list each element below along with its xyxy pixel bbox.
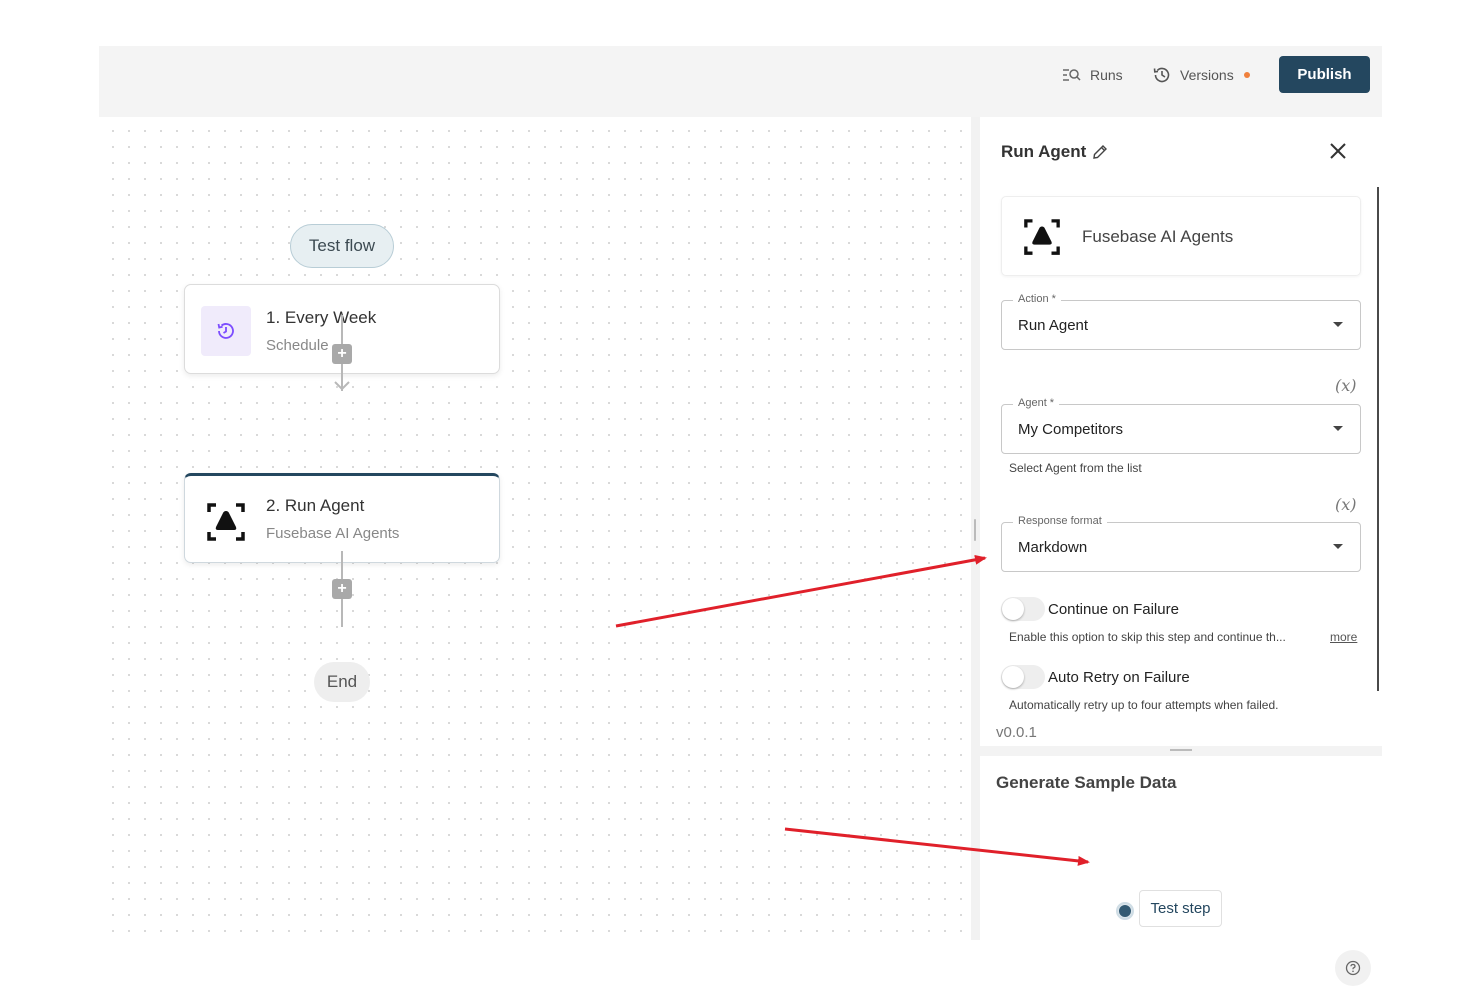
panel-title-text: Run Agent: [1001, 142, 1087, 161]
split-grip[interactable]: [1170, 749, 1192, 751]
agent-value: My Competitors: [1018, 421, 1124, 438]
toggle-knob: [1002, 598, 1024, 620]
auto-retry-description: Automatically retry up to four attempts …: [1009, 698, 1279, 712]
step-2-title: 2. Run Agent: [266, 496, 365, 515]
more-link[interactable]: more: [1330, 630, 1357, 644]
response-format-value: Markdown: [1018, 539, 1088, 556]
response-format-select[interactable]: Response format Markdown: [1001, 515, 1361, 572]
continue-on-failure-description: Enable this option to skip this step and…: [1009, 630, 1286, 644]
step-2-subtitle: Fusebase AI Agents: [266, 525, 400, 542]
history-icon: [1153, 67, 1170, 83]
action-value: Run Agent: [1018, 317, 1089, 334]
add-step-button[interactable]: +: [332, 579, 352, 599]
runs-button[interactable]: Runs: [1062, 64, 1123, 86]
piece-name: Fusebase AI Agents: [1082, 227, 1234, 246]
continue-on-failure-toggle[interactable]: [1001, 597, 1045, 621]
action-label: Action *: [1013, 293, 1061, 305]
resize-handle[interactable]: [974, 519, 976, 541]
pencil-icon[interactable]: [1092, 144, 1108, 160]
test-step-radio[interactable]: [1116, 902, 1134, 920]
panel-scrollbar[interactable]: [1377, 187, 1379, 691]
response-format-label: Response format: [1013, 515, 1107, 527]
runs-label: Runs: [1090, 67, 1123, 83]
runs-search-icon: [1063, 69, 1081, 81]
arrow-down-icon: [334, 381, 350, 391]
agent-label: Agent *: [1013, 397, 1060, 409]
end-node: End: [314, 662, 370, 702]
help-icon[interactable]: [1335, 950, 1371, 986]
dynamic-value-toggle[interactable]: (x): [1335, 376, 1357, 395]
caret-down-icon: [1333, 322, 1343, 327]
auto-retry-toggle[interactable]: [1001, 665, 1045, 689]
test-flow-button[interactable]: Test flow: [290, 224, 394, 268]
toggle-knob: [1002, 666, 1024, 688]
auto-retry-label: Auto Retry on Failure: [1048, 669, 1190, 686]
piece-version: v0.0.1: [996, 724, 1037, 741]
flow-step-2[interactable]: 2. Run Agent Fusebase AI Agents: [184, 473, 500, 563]
step-1-title: 1. Every Week: [266, 308, 377, 327]
agent-select[interactable]: Agent * My Competitors: [1001, 397, 1361, 454]
panel-title: Run Agent: [1001, 142, 1108, 162]
versions-status-dot: [1243, 72, 1250, 78]
app-window: Runs Versions Publish Test flow 1. Every…: [99, 46, 1382, 986]
generate-sample-data-title: Generate Sample Data: [996, 773, 1177, 792]
step-settings-panel: Run Agent Fusebase AI Agents Action * Ru: [980, 117, 1382, 986]
clock-schedule-icon: [201, 306, 251, 356]
publish-button[interactable]: Publish: [1279, 56, 1370, 93]
action-select[interactable]: Action * Run Agent: [1001, 293, 1361, 350]
fusebase-agent-icon: [201, 497, 251, 547]
agent-hint: Select Agent from the list: [1009, 461, 1142, 475]
piece-card: Fusebase AI Agents: [1001, 196, 1361, 276]
panel-resize-divider[interactable]: [971, 117, 980, 940]
test-step-button[interactable]: Test step: [1139, 890, 1222, 927]
continue-on-failure-label: Continue on Failure: [1048, 601, 1179, 618]
add-step-button[interactable]: +: [332, 344, 352, 364]
dynamic-value-toggle[interactable]: (x): [1335, 495, 1357, 514]
close-icon[interactable]: [1328, 141, 1348, 161]
top-toolbar: Runs Versions Publish: [99, 46, 1382, 117]
versions-button[interactable]: Versions: [1152, 64, 1250, 86]
caret-down-icon: [1333, 426, 1343, 431]
caret-down-icon: [1333, 544, 1343, 549]
panel-split-handle[interactable]: [980, 746, 1382, 756]
fusebase-agent-icon: [1024, 219, 1060, 255]
step-1-subtitle: Schedule: [266, 337, 329, 354]
flow-canvas[interactable]: Test flow 1. Every Week Schedule + 2. Ru…: [99, 117, 971, 940]
versions-label: Versions: [1180, 67, 1234, 83]
